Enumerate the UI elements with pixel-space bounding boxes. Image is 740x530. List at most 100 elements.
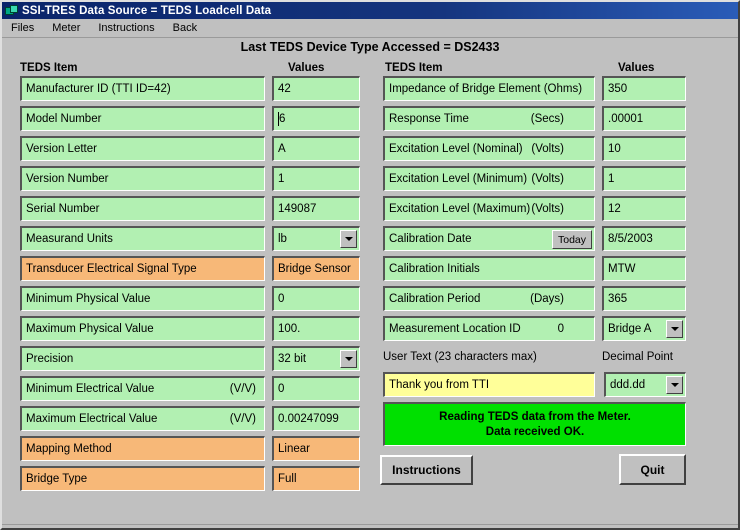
right-row-label-5: Calibration Date Today <box>383 226 595 251</box>
chevron-down-icon[interactable] <box>666 320 683 338</box>
right-row-label-3: Excitation Level (Minimum) (Volts) <box>383 166 595 191</box>
left-row-label-12: Mapping Method <box>20 436 265 461</box>
menu-item-files[interactable]: Files <box>2 20 43 36</box>
left-row-value-0[interactable]: 42 <box>272 76 360 101</box>
left-row-value-text: 0 <box>278 383 285 395</box>
left-row-value-2[interactable]: A <box>272 136 360 161</box>
left-item-column-header: TEDS Item <box>20 62 78 74</box>
right-row-label-4: Excitation Level (Maximum) (Volts) <box>383 196 595 221</box>
left-row-value-10[interactable]: 0 <box>272 376 360 401</box>
right-row-value-7[interactable]: 365 <box>602 286 686 311</box>
left-row-value-text: 0.00247099 <box>278 413 339 425</box>
left-row-value-11[interactable]: 0.00247099 <box>272 406 360 431</box>
left-row-value-text: 149087 <box>278 203 317 215</box>
right-row-label-7: Calibration Period (Days) <box>383 286 595 311</box>
right-row-label-2: Excitation Level (Nominal) (Volts) <box>383 136 595 161</box>
right-row-label-text: Calibration Date <box>389 233 472 245</box>
left-row-label-6: Transducer Electrical Signal Type <box>20 256 265 281</box>
left-row-label-text: Version Number <box>26 173 109 185</box>
left-row-label-3: Version Number <box>20 166 265 191</box>
decimal-point-value: ddd.dd <box>610 379 646 391</box>
right-row-value-6[interactable]: MTW <box>602 256 686 281</box>
left-row-value-text: 42 <box>278 83 291 95</box>
title-bar: SSI-TRES Data Source = TEDS Loadcell Dat… <box>2 2 738 19</box>
user-text-value: Thank you from TTI <box>389 379 490 391</box>
left-row-label-1: Model Number <box>20 106 265 131</box>
left-row-value-text: Full <box>278 473 297 485</box>
left-row-value-13[interactable]: Full <box>272 466 360 491</box>
left-row-value-text: 32 bit <box>278 353 307 365</box>
instructions-button[interactable]: Instructions <box>380 455 473 485</box>
right-row-value-text: .00001 <box>608 113 644 125</box>
right-row-value-4[interactable]: 12 <box>602 196 686 221</box>
right-row-label-text: Impedance of Bridge Element (Ohms) <box>389 83 583 95</box>
right-row-label-text: Response Time <box>389 113 469 125</box>
right-row-unit-text: (Secs) <box>530 113 564 125</box>
left-value-column-header: Values <box>288 62 325 74</box>
left-row-label-0: Manufacturer ID (TTI ID=42) <box>20 76 265 101</box>
right-row-value-text: Bridge A <box>608 323 652 335</box>
left-row-value-8[interactable]: 100. <box>272 316 360 341</box>
menu-item-back[interactable]: Back <box>164 20 206 36</box>
left-row-value-5[interactable]: lb <box>272 226 360 251</box>
right-row-unit-text: (Days) <box>530 293 564 305</box>
right-row-value-0[interactable]: 350 <box>602 76 686 101</box>
right-row-value-5[interactable]: 8/5/2003 <box>602 226 686 251</box>
right-row-label-0: Impedance of Bridge Element (Ohms) <box>383 76 595 101</box>
menu-item-meter[interactable]: Meter <box>43 20 89 36</box>
left-row-value-1[interactable]: 6 <box>272 106 360 131</box>
status-bar <box>2 524 738 528</box>
chevron-down-icon[interactable] <box>340 230 357 248</box>
left-row-label-13: Bridge Type <box>20 466 265 491</box>
left-row-value-text: 6 <box>279 113 286 125</box>
right-row-unit-text: 0 <box>557 323 564 335</box>
right-row-label-1: Response Time (Secs) <box>383 106 595 131</box>
right-row-value-1[interactable]: .00001 <box>602 106 686 131</box>
user-text-input[interactable]: Thank you from TTI <box>383 372 595 397</box>
right-item-column-header: TEDS Item <box>385 62 443 74</box>
right-row-value-text: 350 <box>608 83 628 95</box>
menu-item-instructions[interactable]: Instructions <box>89 20 163 36</box>
left-row-value-text: 0 <box>278 293 285 305</box>
left-row-unit-text: (V/V) <box>229 383 256 395</box>
today-button[interactable]: Today <box>552 230 592 249</box>
left-row-value-text: A <box>278 143 286 155</box>
left-row-label-text: Model Number <box>26 113 102 125</box>
chevron-down-icon[interactable] <box>666 376 683 394</box>
left-row-label-text: Version Letter <box>26 143 97 155</box>
right-row-value-text: 12 <box>608 203 621 215</box>
left-row-value-6[interactable]: Bridge Sensor <box>272 256 360 281</box>
left-row-value-9[interactable]: 32 bit <box>272 346 360 371</box>
left-row-value-text: lb <box>278 233 287 245</box>
left-row-label-11: Maximum Electrical Value (V/V) <box>20 406 265 431</box>
right-row-label-text: Excitation Level (Minimum) <box>389 173 528 185</box>
left-row-value-3[interactable]: 1 <box>272 166 360 191</box>
decimal-point-select[interactable]: ddd.dd <box>604 372 686 397</box>
decimal-point-label: Decimal Point <box>602 351 673 363</box>
left-row-unit-text: (V/V) <box>229 413 256 425</box>
right-row-value-2[interactable]: 10 <box>602 136 686 161</box>
left-row-label-text: Manufacturer ID (TTI ID=42) <box>26 83 171 95</box>
right-row-value-text: MTW <box>608 263 636 275</box>
right-row-label-text: Excitation Level (Nominal) <box>389 143 523 155</box>
right-row-label-text: Measurement Location ID <box>389 323 521 335</box>
right-value-column-header: Values <box>618 62 655 74</box>
right-row-value-8[interactable]: Bridge A <box>602 316 686 341</box>
right-row-value-text: 365 <box>608 293 628 305</box>
status-line-1: Reading TEDS data from the Meter. <box>439 410 631 423</box>
left-row-value-4[interactable]: 149087 <box>272 196 360 221</box>
right-row-value-text: 8/5/2003 <box>608 233 653 245</box>
left-row-label-text: Minimum Physical Value <box>26 293 151 305</box>
chevron-down-icon[interactable] <box>340 350 357 368</box>
left-row-label-text: Mapping Method <box>26 443 112 455</box>
left-row-label-text: Maximum Physical Value <box>26 323 154 335</box>
right-row-value-3[interactable]: 1 <box>602 166 686 191</box>
left-row-label-text: Bridge Type <box>26 473 88 485</box>
left-row-label-4: Serial Number <box>20 196 265 221</box>
left-row-value-7[interactable]: 0 <box>272 286 360 311</box>
left-row-label-text: Precision <box>26 353 74 365</box>
left-row-label-text: Serial Number <box>26 203 100 215</box>
right-row-value-text: 1 <box>608 173 615 185</box>
quit-button[interactable]: Quit <box>619 454 686 485</box>
left-row-value-12[interactable]: Linear <box>272 436 360 461</box>
